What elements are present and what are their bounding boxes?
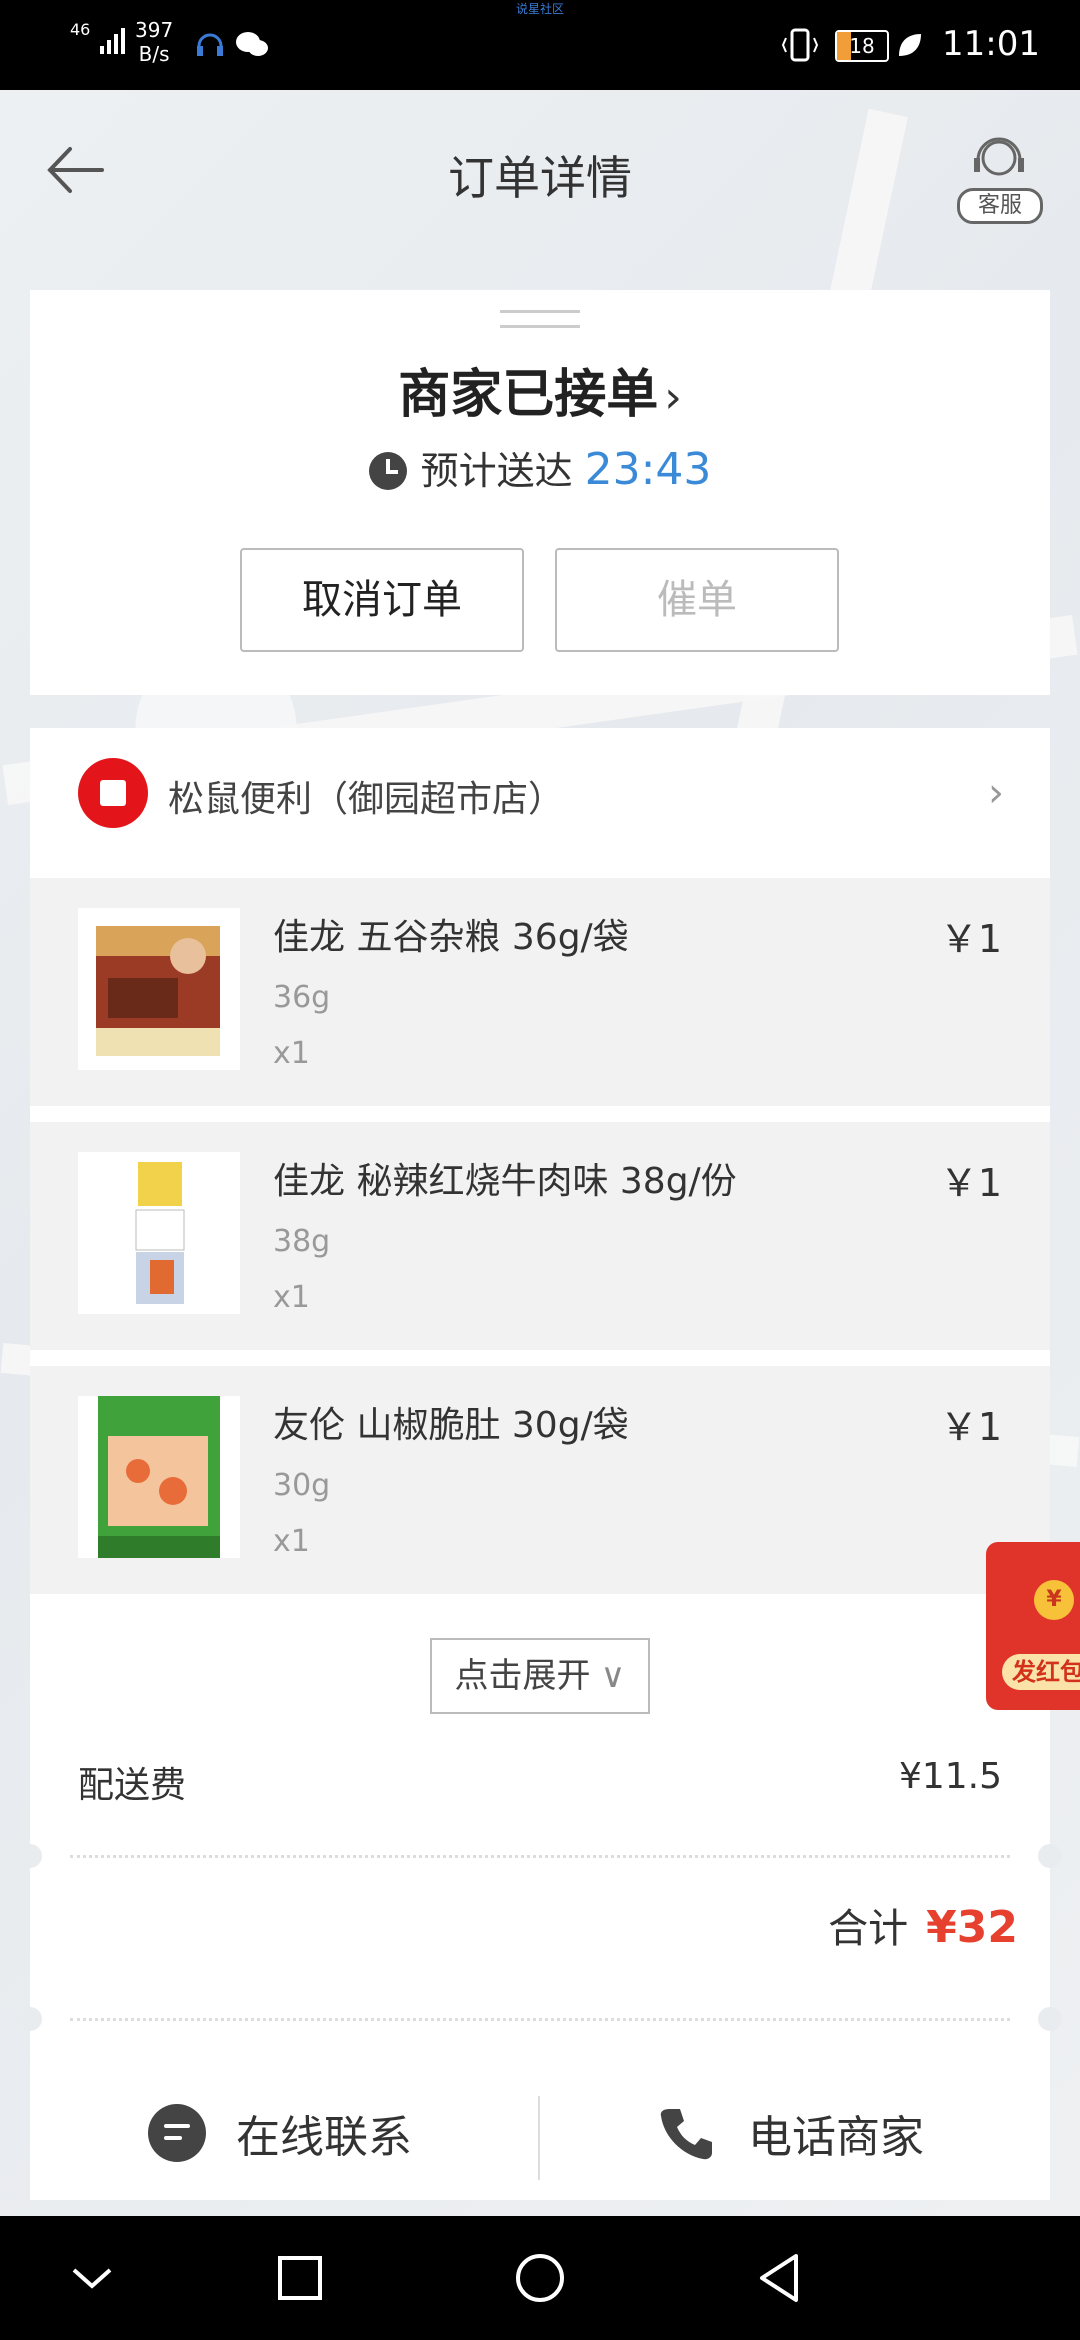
product-image xyxy=(78,908,240,1070)
clock-time: 11:01 xyxy=(942,24,1040,64)
product-name: 友伦 山椒脆肚 30g/袋 xyxy=(273,1405,629,1446)
shop-row[interactable]: 松鼠便利（御园超市店） › xyxy=(30,728,1050,878)
delivery-fee-row: 配送费 ¥11.5 xyxy=(30,1746,1050,1816)
home-icon[interactable] xyxy=(508,2246,572,2310)
product-image xyxy=(78,1396,240,1558)
list-item[interactable]: 友伦 山椒脆肚 30g/袋 30g x1 ￥1 xyxy=(30,1366,1050,1594)
product-image xyxy=(78,1152,240,1314)
delivery-fee-label: 配送费 xyxy=(78,1765,187,1806)
speed-value: 397 xyxy=(135,18,174,42)
order-status[interactable]: 商家已接单 › xyxy=(30,352,1050,427)
carrier-text: 说星社区 xyxy=(515,2,564,16)
chevron-right-icon: › xyxy=(664,372,682,423)
call-merchant-label: 电话商家 xyxy=(748,2112,924,2163)
shop-name: 松鼠便利（御园超市店） xyxy=(168,779,565,820)
shop-logo xyxy=(78,758,148,828)
eta-label: 预计送达 xyxy=(420,449,573,493)
divider xyxy=(70,2018,1010,2021)
product-quantity: x1 xyxy=(273,1524,310,1559)
battery-icon: 18 xyxy=(835,30,889,62)
delivery-fee-value: ¥11.5 xyxy=(898,1756,1002,1797)
leaf-icon xyxy=(899,34,921,56)
chevron-right-icon: › xyxy=(988,770,1004,816)
drag-handle[interactable] xyxy=(500,310,580,328)
contact-row: 在线联系 电话商家 xyxy=(30,2068,1050,2198)
network-type: 46 xyxy=(70,20,91,39)
status-bar: 说星社区 46 397 B/s 18 11:01 xyxy=(0,0,1080,90)
service-label: 客服 xyxy=(957,188,1043,224)
order-status-card: 商家已接单 › 预计送达 23:43 取消订单 催单 xyxy=(30,290,1050,695)
header: 订单详情 客服 xyxy=(0,90,1080,260)
phone-icon xyxy=(660,2109,712,2160)
clock-icon xyxy=(368,452,407,490)
product-quantity: x1 xyxy=(273,1280,310,1315)
network-speed: 397 B/s xyxy=(135,18,173,66)
divider-notch xyxy=(1038,2007,1062,2031)
product-spec: 36g xyxy=(273,980,331,1015)
system-nav-bar xyxy=(0,2216,1080,2340)
divider xyxy=(70,1855,1010,1858)
product-name: 佳龙 秘辣红烧牛肉味 38g/份 xyxy=(273,1161,737,1202)
call-merchant-button[interactable]: 电话商家 xyxy=(540,2068,1040,2198)
red-packet-label: 发红包 xyxy=(1002,1654,1080,1690)
wechat-icon xyxy=(236,32,268,56)
divider-notch xyxy=(1038,1844,1062,1868)
product-spec: 38g xyxy=(273,1224,331,1259)
product-spec: 30g xyxy=(273,1468,331,1503)
battery-level: 18 xyxy=(849,34,875,58)
product-price: ￥1 xyxy=(939,917,1002,961)
online-contact-label: 在线联系 xyxy=(236,2112,412,2163)
customer-service-button[interactable]: 客服 xyxy=(954,130,1044,230)
order-detail-card: 松鼠便利（御园超市店） › 佳龙 五谷杂粮 36g/袋 36g x1 ￥1 佳龙… xyxy=(18,728,1062,2200)
page-title: 订单详情 xyxy=(448,151,632,205)
product-price: ￥1 xyxy=(939,1405,1002,1449)
recents-icon[interactable] xyxy=(268,2246,332,2310)
speed-unit: B/s xyxy=(138,42,170,66)
red-packet-button[interactable]: ¥ 发红包 xyxy=(986,1542,1080,1710)
expand-items-button[interactable]: 点击展开 ∨ xyxy=(430,1638,650,1714)
online-contact-button[interactable]: 在线联系 xyxy=(30,2068,530,2198)
chevron-down-icon: ∨ xyxy=(600,1656,626,1696)
list-item[interactable]: 佳龙 五谷杂粮 36g/袋 36g x1 ￥1 xyxy=(30,878,1050,1106)
signal-icon xyxy=(100,28,125,54)
product-quantity: x1 xyxy=(273,1036,310,1071)
expand-label: 点击展开 xyxy=(454,1656,591,1696)
urge-order-button[interactable]: 催单 xyxy=(555,548,839,652)
cancel-order-button[interactable]: 取消订单 xyxy=(240,548,524,652)
eta-time: 23:43 xyxy=(584,444,712,495)
order-status-text: 商家已接单 xyxy=(398,365,659,425)
divider-notch xyxy=(18,2007,42,2031)
total-row: 合计 ¥32 xyxy=(30,1896,1050,1976)
back-icon[interactable] xyxy=(748,2246,812,2310)
headset-notification-icon xyxy=(197,33,223,56)
product-name: 佳龙 五谷杂粮 36g/袋 xyxy=(273,917,629,958)
total-label: 合计 xyxy=(828,1906,909,1952)
coin-icon: ¥ xyxy=(1034,1580,1074,1620)
eta-row: 预计送达 23:43 xyxy=(30,440,1050,495)
divider-notch xyxy=(18,1844,42,1868)
hide-nav-icon[interactable] xyxy=(60,2246,124,2310)
total-value: ¥32 xyxy=(926,1902,1018,1953)
list-item[interactable]: 佳龙 秘辣红烧牛肉味 38g/份 38g x1 ￥1 xyxy=(30,1122,1050,1350)
chat-icon xyxy=(148,2104,206,2162)
vibrate-icon xyxy=(781,28,819,62)
product-price: ￥1 xyxy=(939,1161,1002,1205)
